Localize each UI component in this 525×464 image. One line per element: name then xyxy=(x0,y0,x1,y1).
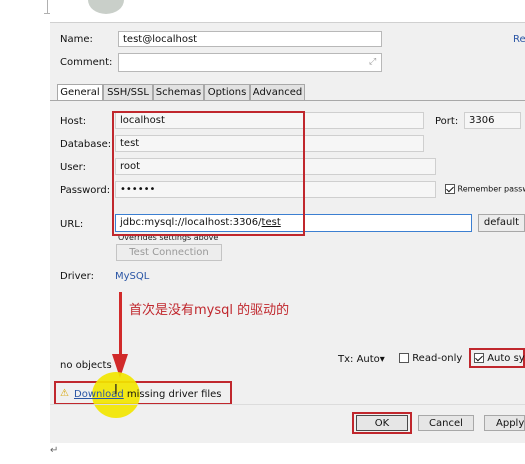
driver-link[interactable]: MySQL xyxy=(115,271,149,282)
apply-button[interactable]: Apply xyxy=(484,415,525,431)
footer-divider xyxy=(50,404,525,405)
annotation-text: 首次是没有mysql 的驱动的 xyxy=(129,303,290,318)
warning-icon: ⚠ xyxy=(60,388,69,399)
readonly-checkbox-icon[interactable] xyxy=(399,353,409,363)
page-corner-guide-h xyxy=(44,13,50,14)
tab-divider xyxy=(50,100,525,101)
cancel-button[interactable]: Cancel xyxy=(418,415,474,431)
document-body-strip xyxy=(50,443,525,464)
expand-icon[interactable]: ⤢ xyxy=(369,57,376,67)
chevron-down-icon: ▾ xyxy=(379,354,385,365)
annotation-arrow-shaft xyxy=(119,292,122,356)
warning-rest-text: missing driver files xyxy=(123,389,222,400)
document-margin xyxy=(0,0,50,464)
tab-options[interactable]: Options xyxy=(204,84,250,100)
paragraph-return-mark: ↵ xyxy=(50,445,59,456)
autosync-label: Auto sy xyxy=(487,353,525,364)
warning-message: Download missing driver files xyxy=(74,389,222,400)
tab-ssh-ssl[interactable]: SSH/SSL xyxy=(103,84,153,100)
tab-general[interactable]: General xyxy=(57,84,103,101)
comment-label: Comment: xyxy=(60,57,113,68)
database-label: Database: xyxy=(60,139,112,150)
port-input[interactable]: 3306 xyxy=(464,112,521,129)
driver-label: Driver: xyxy=(60,271,94,282)
autosync-checkbox-icon[interactable] xyxy=(474,353,484,363)
user-label: User: xyxy=(60,162,86,173)
tab-schemas[interactable]: Schemas xyxy=(153,84,204,100)
annotation-box-credentials xyxy=(112,111,305,236)
autosync-checkbox[interactable]: Auto sy xyxy=(474,353,525,364)
name-input[interactable]: test@localhost xyxy=(118,31,382,47)
tx-mode-select[interactable]: Tx: Auto▾ xyxy=(338,354,385,365)
comment-input[interactable] xyxy=(118,53,382,72)
readonly-label: Read-only xyxy=(412,353,463,364)
port-label: Port: xyxy=(435,116,459,127)
host-label: Host: xyxy=(60,116,87,127)
no-objects-label: no objects xyxy=(60,360,112,371)
right-link[interactable]: Re xyxy=(513,34,525,45)
password-label: Password: xyxy=(60,185,111,196)
url-mode-select[interactable]: default xyxy=(478,214,525,232)
remember-password-checkbox[interactable]: Remember passw xyxy=(445,184,525,194)
url-label: URL: xyxy=(60,219,84,230)
test-connection-button[interactable]: Test Connection xyxy=(116,244,222,261)
remember-password-label: Remember passw xyxy=(457,184,525,194)
remember-checkbox-icon[interactable] xyxy=(445,184,455,194)
ok-button[interactable]: OK xyxy=(356,415,408,431)
name-label: Name: xyxy=(60,34,93,45)
tab-advanced[interactable]: Advanced xyxy=(250,84,305,100)
readonly-checkbox[interactable]: Read-only xyxy=(399,353,462,364)
tx-mode-label: Tx: Auto xyxy=(338,354,380,365)
text-cursor-icon: I xyxy=(114,383,118,398)
page-corner-guide xyxy=(47,0,48,14)
